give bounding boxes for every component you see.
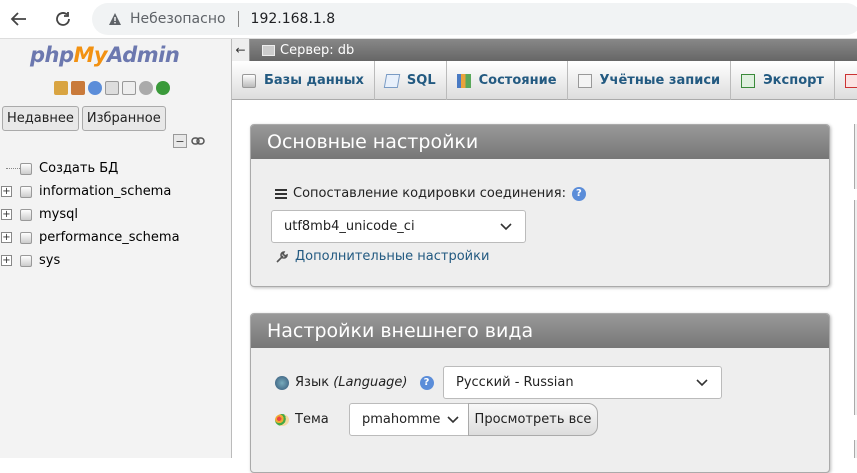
tree-item-sys[interactable]: + sys bbox=[0, 249, 232, 272]
refresh-icon[interactable] bbox=[156, 81, 170, 95]
top-menu: Базы данных SQL Состояние Учётные записи… bbox=[232, 61, 857, 100]
tab-databases[interactable]: Базы данных bbox=[232, 61, 375, 100]
link-icon[interactable] bbox=[191, 134, 205, 148]
home-icon[interactable] bbox=[54, 81, 68, 95]
panel-title: Настройки внешнего вида bbox=[251, 314, 829, 348]
tree-controls: − bbox=[173, 134, 205, 148]
database-icon bbox=[20, 254, 32, 267]
palette-icon bbox=[275, 413, 289, 426]
expand-icon[interactable]: + bbox=[1, 232, 12, 243]
panel-title: Основные настройки bbox=[251, 125, 829, 159]
more-settings-link[interactable]: Дополнительные настройки bbox=[275, 249, 489, 264]
phpmyadmin-logo[interactable]: phpMyAdmin bbox=[30, 43, 180, 67]
wrench-icon bbox=[276, 250, 288, 263]
reload-icon bbox=[56, 12, 70, 26]
theme-label: Тема bbox=[275, 412, 329, 427]
help-icon[interactable]: ? bbox=[419, 375, 434, 390]
tree-branch bbox=[6, 168, 20, 169]
logout-icon[interactable] bbox=[71, 81, 85, 95]
language-icon bbox=[275, 375, 289, 390]
collation-label: Сопоставление кодировки соединения: ? bbox=[275, 186, 586, 201]
nav-tabs: Недавнее Избранное bbox=[2, 106, 166, 131]
chevron-down-icon bbox=[500, 223, 512, 231]
server-icon bbox=[262, 44, 275, 56]
tree-item-mysql[interactable]: + mysql bbox=[0, 203, 232, 226]
warning-icon bbox=[109, 13, 121, 25]
database-icon bbox=[20, 208, 32, 221]
navigation-panel: phpMyAdmin Недавнее Избранное − Создать … bbox=[0, 39, 232, 458]
copy-icon[interactable] bbox=[122, 81, 136, 95]
tab-import-partial[interactable] bbox=[835, 61, 857, 100]
breadcrumb: ← Сервер: db bbox=[232, 39, 857, 61]
sql-icon bbox=[383, 73, 401, 88]
tree-item-create-db[interactable]: Создать БД bbox=[0, 157, 232, 180]
back-button[interactable] bbox=[6, 6, 32, 32]
security-status[interactable]: Небезопасно bbox=[130, 11, 226, 27]
chevron-down-icon bbox=[696, 379, 708, 387]
tab-sql[interactable]: SQL bbox=[375, 61, 447, 100]
tab-status[interactable]: Состояние bbox=[447, 61, 568, 100]
reload-button[interactable] bbox=[50, 6, 76, 32]
collapse-all-icon[interactable]: − bbox=[173, 134, 187, 148]
collation-select[interactable]: utf8mb4_unicode_ci bbox=[271, 210, 526, 243]
browser-toolbar: Небезопасно 192.168.1.8 bbox=[0, 0, 857, 39]
url-divider bbox=[237, 11, 239, 27]
user-accounts-icon bbox=[577, 73, 592, 88]
back-arrow-icon bbox=[10, 12, 26, 26]
chevron-down-icon bbox=[447, 416, 459, 424]
tab-export[interactable]: Экспорт bbox=[731, 61, 835, 100]
tree-item-information-schema[interactable]: + information_schema bbox=[0, 180, 232, 203]
expand-icon[interactable]: + bbox=[1, 209, 12, 220]
language-select[interactable]: Русский - Russian bbox=[443, 366, 722, 399]
status-chart-icon bbox=[456, 73, 471, 88]
export-icon bbox=[741, 73, 756, 88]
address-bar[interactable]: Небезопасно 192.168.1.8 bbox=[92, 3, 857, 35]
tab-favorites[interactable]: Избранное bbox=[81, 106, 166, 131]
url-text[interactable]: 192.168.1.8 bbox=[251, 11, 336, 27]
general-settings-panel: Основные настройки Сопоставление кодиров… bbox=[250, 124, 830, 287]
database-icon bbox=[20, 231, 32, 244]
docs-icon[interactable] bbox=[105, 81, 119, 95]
theme-select[interactable]: pmahomme bbox=[349, 403, 469, 436]
view-all-themes-button[interactable]: Просмотреть все bbox=[468, 403, 598, 436]
content-area: Основные настройки Сопоставление кодиров… bbox=[232, 100, 857, 473]
import-icon bbox=[844, 73, 857, 88]
main-panel: ← Сервер: db Базы данных SQL Состояние У… bbox=[232, 39, 857, 473]
collapse-nav-button[interactable]: ← bbox=[232, 39, 250, 61]
nav-icon-row bbox=[54, 81, 170, 95]
settings-gear-icon[interactable] bbox=[139, 81, 153, 95]
database-icon bbox=[20, 185, 32, 198]
appearance-settings-panel: Настройки внешнего вида Язык (Language) … bbox=[250, 313, 830, 473]
database-icon bbox=[242, 73, 256, 88]
tab-recent[interactable]: Недавнее bbox=[2, 106, 79, 131]
tree-item-performance-schema[interactable]: + performance_schema bbox=[0, 226, 232, 249]
expand-icon[interactable]: + bbox=[1, 186, 12, 197]
help-icon[interactable] bbox=[88, 81, 102, 95]
new-database-icon bbox=[20, 162, 32, 175]
help-icon[interactable]: ? bbox=[571, 186, 586, 201]
language-label: Язык (Language) ? bbox=[275, 375, 434, 390]
expand-icon[interactable]: + bbox=[1, 255, 12, 266]
list-icon bbox=[275, 188, 287, 199]
server-breadcrumb[interactable]: Сервер: db bbox=[262, 43, 354, 58]
database-tree: Создать БД + information_schema + mysql … bbox=[0, 157, 232, 272]
tab-user-accounts[interactable]: Учётные записи bbox=[568, 61, 732, 100]
